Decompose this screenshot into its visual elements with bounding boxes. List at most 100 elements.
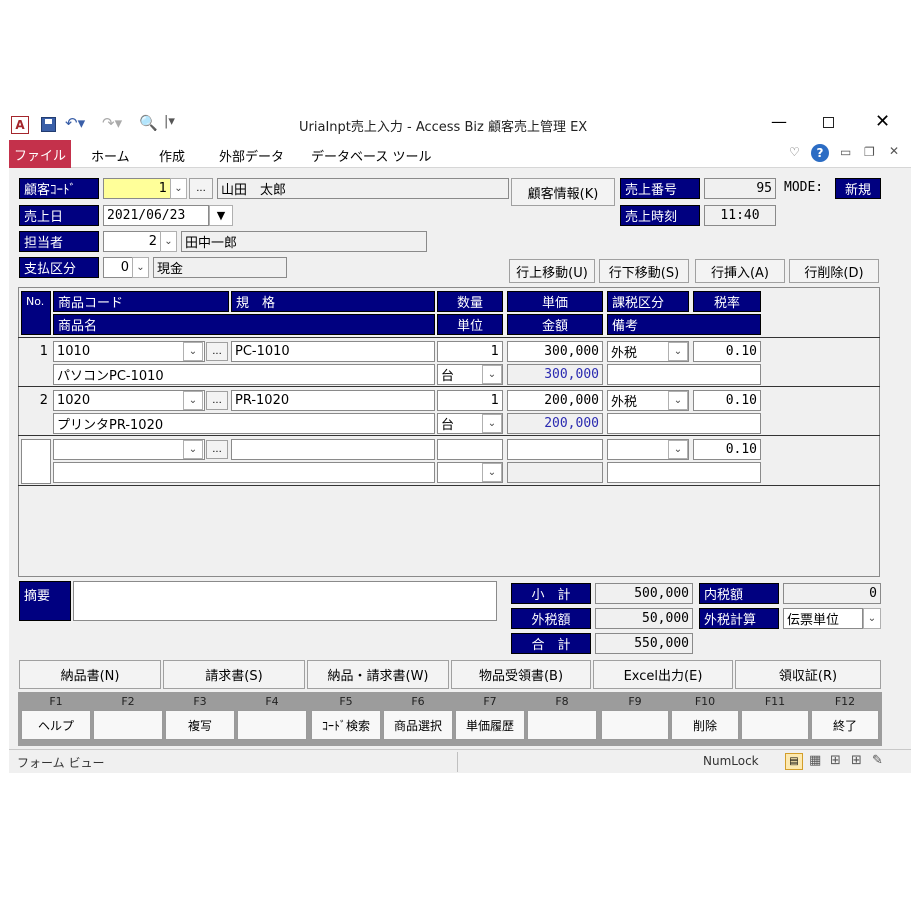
spec-field[interactable] (231, 439, 435, 460)
unit-price-input[interactable]: 200,000 (507, 390, 603, 411)
note-input[interactable] (607, 413, 761, 434)
copy-fkey-button[interactable]: 複写 (165, 710, 235, 740)
tax-type-dropdown[interactable]: ⌄ (668, 391, 688, 410)
product-name-field[interactable] (53, 462, 435, 483)
delivery-note-button[interactable]: 納品書(N) (19, 660, 161, 689)
help-icon[interactable]: ? (811, 144, 829, 162)
f8-fkey-button[interactable] (527, 710, 597, 740)
memo-input[interactable] (73, 581, 497, 621)
note-input[interactable] (607, 462, 761, 483)
form-view-icon[interactable]: ▤ (785, 753, 803, 770)
delivery-invoice-button[interactable]: 納品・請求書(W) (307, 660, 449, 689)
sales-date-input[interactable]: 2021/06/23 (103, 205, 209, 226)
staff-code-input[interactable]: 2 (103, 231, 161, 252)
f2-fkey-button[interactable] (93, 710, 163, 740)
unit-dropdown[interactable]: ⌄ (482, 463, 502, 482)
header-amount: 金額 (507, 314, 603, 335)
sales-time-label: 売上時刻 (620, 205, 700, 226)
unit-price-input[interactable] (507, 439, 603, 460)
ribbon-close-icon[interactable]: ✕ (889, 144, 899, 158)
row-delete-button[interactable]: 行削除(D) (789, 259, 879, 283)
design-view-icon[interactable]: ✎ (872, 753, 883, 768)
payment-label: 支払区分 (19, 257, 99, 278)
customer-code-dropdown[interactable]: ⌄ (170, 178, 187, 199)
close-icon[interactable]: ✕ (875, 111, 890, 132)
product-name-field[interactable]: パソコンPC-1010 (53, 364, 435, 385)
tab-database-tools[interactable]: データベース ツール (311, 146, 431, 165)
spec-field[interactable]: PC-1010 (231, 341, 435, 362)
tax-rate-field[interactable]: 0.10 (693, 341, 761, 362)
row-move-down-button[interactable]: 行下移動(S) (599, 259, 689, 283)
spec-field[interactable]: PR-1020 (231, 390, 435, 411)
invoice-button[interactable]: 請求書(S) (163, 660, 305, 689)
staff-code-dropdown[interactable]: ⌄ (160, 231, 177, 252)
minimize-icon[interactable]: — (771, 112, 787, 131)
sales-no-label: 売上番号 (620, 178, 700, 199)
tab-home[interactable]: ホーム (91, 146, 130, 165)
payment-code-dropdown[interactable]: ⌄ (132, 257, 149, 278)
customize-toolbar-icon[interactable]: |▾ (164, 114, 175, 129)
exit-fkey-button[interactable]: 終了 (811, 710, 879, 740)
tab-create[interactable]: 作成 (159, 146, 185, 165)
customer-lookup-button[interactable]: ... (189, 178, 213, 199)
customer-code-input[interactable]: 1 (103, 178, 171, 199)
goods-receipt-button[interactable]: 物品受領書(B) (451, 660, 591, 689)
unit-price-input[interactable]: 300,000 (507, 341, 603, 362)
subtotal-label: 小 計 (511, 583, 591, 604)
save-icon[interactable] (41, 117, 56, 132)
help-fkey-button[interactable]: ヘルプ (21, 710, 91, 740)
date-picker-dropdown[interactable]: ▼ (209, 205, 233, 226)
inner-tax-field: 0 (783, 583, 881, 604)
undo-icon[interactable]: ↶▾ (65, 114, 85, 132)
delete-fkey-button[interactable]: 削除 (671, 710, 739, 740)
price-history-fkey-button[interactable]: 単価履歴 (455, 710, 525, 740)
ribbon-collapse-icon[interactable]: ♡ (789, 145, 800, 159)
tax-type-dropdown[interactable]: ⌄ (668, 342, 688, 361)
excel-export-button[interactable]: Excel出力(E) (593, 660, 733, 689)
row-insert-button[interactable]: 行挿入(A) (695, 259, 785, 283)
row-move-up-button[interactable]: 行上移動(U) (509, 259, 595, 283)
ribbon-restore-icon[interactable]: ❐ (864, 145, 875, 159)
qty-input[interactable]: 1 (437, 390, 503, 411)
product-code-dropdown[interactable]: ⌄ (183, 342, 203, 361)
f9-fkey-button[interactable] (601, 710, 669, 740)
ribbon-minimize-icon[interactable]: ▭ (840, 145, 851, 159)
sales-no-field: 95 (704, 178, 776, 199)
customer-info-button[interactable]: 顧客情報(K) (511, 178, 615, 206)
pivot-view-icon[interactable]: ⊞ (851, 753, 862, 768)
tax-type-dropdown[interactable]: ⌄ (668, 440, 688, 459)
maximize-icon[interactable] (823, 117, 834, 128)
staff-label: 担当者 (19, 231, 99, 252)
tab-file[interactable]: ファイル (9, 140, 71, 168)
qty-input[interactable]: 1 (437, 341, 503, 362)
code-search-fkey-button[interactable]: ｺｰﾄﾞ検索 (311, 710, 381, 740)
product-select-fkey-button[interactable]: 商品選択 (383, 710, 453, 740)
receipt-button[interactable]: 領収証(R) (735, 660, 881, 689)
f11-fkey-button[interactable] (741, 710, 809, 740)
amount-field: 300,000 (507, 364, 603, 385)
layout-view-icon[interactable]: ⊞ (830, 753, 841, 768)
print-preview-icon[interactable]: 🔍 (139, 114, 158, 132)
product-name-field[interactable]: プリンタPR-1020 (53, 413, 435, 434)
tax-rate-field[interactable]: 0.10 (693, 439, 761, 460)
tax-rate-field[interactable]: 0.10 (693, 390, 761, 411)
product-code-dropdown[interactable]: ⌄ (183, 440, 203, 459)
outer-tax-calc-dropdown[interactable]: ⌄ (863, 608, 881, 629)
outer-tax-calc-select[interactable]: 伝票単位 (783, 608, 863, 629)
redo-icon[interactable]: ↷▾ (102, 114, 122, 132)
datasheet-view-icon[interactable]: ▦ (809, 753, 821, 768)
note-input[interactable] (607, 364, 761, 385)
tab-external-data[interactable]: 外部データ (219, 146, 284, 165)
product-lookup-button[interactable]: ... (206, 342, 228, 361)
unit-dropdown[interactable]: ⌄ (482, 365, 502, 384)
unit-dropdown[interactable]: ⌄ (482, 414, 502, 433)
product-lookup-button[interactable]: ... (206, 440, 228, 459)
f4-fkey-button[interactable] (237, 710, 307, 740)
product-lookup-button[interactable]: ... (206, 391, 228, 410)
header-tax-rate: 税率 (693, 291, 761, 312)
customer-code-label: 顧客ｺｰﾄﾞ (19, 178, 99, 199)
fkey-f3-label: F3 (193, 694, 207, 708)
qty-input[interactable] (437, 439, 503, 460)
product-code-dropdown[interactable]: ⌄ (183, 391, 203, 410)
payment-code-input[interactable]: 0 (103, 257, 133, 278)
